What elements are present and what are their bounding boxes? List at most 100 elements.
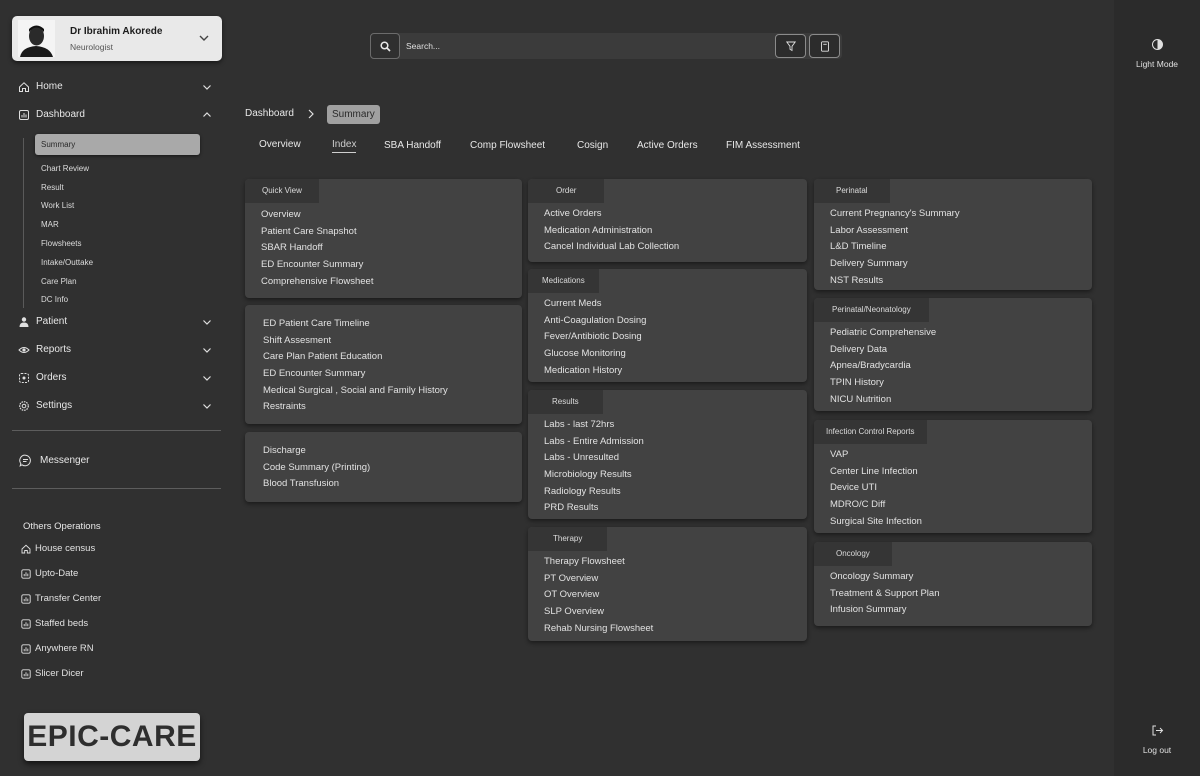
list-item[interactable]: Current Meds — [544, 298, 646, 315]
nav-item-orders[interactable]: Orders — [12, 369, 217, 389]
search-icon — [380, 41, 391, 52]
logout-button[interactable]: Log out — [1114, 724, 1200, 758]
list-item[interactable]: Medication History — [544, 365, 646, 382]
tab-comp-flowsheet[interactable]: Comp Flowsheet — [470, 140, 545, 151]
chevron-down-icon[interactable] — [201, 344, 213, 356]
list-item[interactable]: L&D Timeline — [830, 241, 960, 258]
search-input[interactable] — [406, 38, 766, 54]
list-item[interactable]: Delivery Data — [830, 344, 936, 361]
chevron-up-icon[interactable] — [201, 109, 213, 121]
right-rail: Light Mode Log out — [1114, 0, 1200, 776]
list-item[interactable]: Surgical Site Infection — [830, 516, 922, 533]
nav-item-patient[interactable]: Patient — [12, 313, 217, 333]
chart-icon — [21, 594, 31, 604]
list-item[interactable]: Radiology Results — [544, 486, 644, 503]
nav-item-messenger[interactable]: Messenger — [12, 452, 217, 472]
list-item[interactable]: ED Encounter Summary — [263, 368, 448, 385]
chevron-down-icon[interactable] — [201, 372, 213, 384]
list-item[interactable]: MDRO/C Diff — [830, 499, 922, 516]
list-item[interactable]: Labor Assessment — [830, 225, 960, 242]
list-item[interactable]: ED Encounter Summary — [261, 259, 373, 276]
list-item[interactable]: VAP — [830, 449, 922, 466]
card-list: ED Patient Care Timeline Shift Assesment… — [263, 318, 448, 418]
chevron-down-icon[interactable] — [201, 316, 213, 328]
search-button[interactable] — [370, 33, 400, 59]
list-item[interactable]: Active Orders — [544, 208, 679, 225]
subnav-item-summary[interactable]: Summary — [35, 134, 200, 155]
list-item[interactable]: Fever/Antibiotic Dosing — [544, 331, 646, 348]
list-item[interactable]: Labs - Unresulted — [544, 452, 644, 469]
tab-active-orders[interactable]: Active Orders — [637, 140, 698, 151]
sidebar-divider — [12, 430, 221, 431]
bookmark-button[interactable] — [809, 34, 840, 58]
list-item[interactable]: Discharge — [263, 445, 370, 462]
light-mode-button[interactable]: Light Mode — [1114, 38, 1200, 72]
list-item[interactable]: Treatment & Support Plan — [830, 588, 939, 605]
list-item[interactable]: Anti-Coagulation Dosing — [544, 315, 646, 332]
subnav-item-mar[interactable]: MAR — [41, 220, 59, 229]
list-item[interactable]: Cancel Individual Lab Collection — [544, 241, 679, 258]
list-item[interactable]: Code Summary (Printing) — [263, 462, 370, 479]
profile-card[interactable]: Dr Ibrahim Akorede Neurologist — [12, 16, 222, 61]
nav-item-reports[interactable]: Reports — [12, 341, 217, 361]
filter-button[interactable] — [775, 34, 806, 58]
list-item[interactable]: ED Patient Care Timeline — [263, 318, 448, 335]
list-item[interactable]: Therapy Flowsheet — [544, 556, 653, 573]
subnav-item-care-plan[interactable]: Care Plan — [41, 277, 77, 286]
list-item[interactable]: Shift Assesment — [263, 335, 448, 352]
tab-overview[interactable]: Overview — [259, 139, 301, 150]
list-item[interactable]: SLP Overview — [544, 606, 653, 623]
card-list: Discharge Code Summary (Printing) Blood … — [263, 445, 370, 495]
list-item[interactable]: Medication Administration — [544, 225, 679, 242]
list-item[interactable]: Microbiology Results — [544, 469, 644, 486]
list-item[interactable]: Center Line Infection — [830, 466, 922, 483]
tab-fim-assessment[interactable]: FIM Assessment — [726, 140, 800, 151]
nav-item-home[interactable]: Home — [12, 78, 217, 98]
list-item[interactable]: Care Plan Patient Education — [263, 351, 448, 368]
sidebar-divider — [12, 488, 221, 489]
list-item[interactable]: Delivery Summary — [830, 258, 960, 275]
list-item[interactable]: Labs - last 72hrs — [544, 419, 644, 436]
list-item[interactable]: Pediatric Comprehensive — [830, 327, 936, 344]
list-item[interactable]: TPIN History — [830, 377, 936, 394]
list-item[interactable]: SBAR Handoff — [261, 242, 373, 259]
list-item[interactable]: NICU Nutrition — [830, 394, 936, 411]
list-item[interactable]: Patient Care Snapshot — [261, 226, 373, 243]
subnav-item-intake-outtake[interactable]: Intake/Outtake — [41, 258, 93, 267]
card-list: VAP Center Line Infection Device UTI MDR… — [830, 449, 922, 532]
avatar — [18, 20, 55, 57]
list-item[interactable]: Oncology Summary — [830, 571, 939, 588]
list-item[interactable]: OT Overview — [544, 589, 653, 606]
card-infection-control: Infection Control Reports VAP Center Lin… — [814, 420, 1092, 533]
subnav-item-result[interactable]: Result — [41, 183, 64, 192]
list-item[interactable]: Apnea/Bradycardia — [830, 360, 936, 377]
chevron-down-icon[interactable] — [201, 81, 213, 93]
list-item[interactable]: NST Results — [830, 275, 960, 292]
list-item[interactable]: Comprehensive Flowsheet — [261, 276, 373, 293]
subnav-item-work-list[interactable]: Work List — [41, 201, 74, 210]
tab-index[interactable]: Index — [332, 139, 357, 153]
list-item[interactable]: Glucose Monitoring — [544, 348, 646, 365]
list-item[interactable]: Infusion Summary — [830, 604, 939, 621]
list-item[interactable]: Labs - Entire Admission — [544, 436, 644, 453]
list-item[interactable]: Overview — [261, 209, 373, 226]
card-oncology: Oncology Oncology Summary Treatment & Su… — [814, 542, 1092, 626]
list-item[interactable]: Device UTI — [830, 482, 922, 499]
nav-item-settings[interactable]: Settings — [12, 397, 217, 417]
nav-item-dashboard[interactable]: Dashboard — [12, 106, 217, 126]
subnav-item-dc-info[interactable]: DC Info — [41, 295, 68, 304]
subnav-item-flowsheets[interactable]: Flowsheets — [41, 239, 81, 248]
breadcrumb-dashboard[interactable]: Dashboard — [245, 108, 294, 119]
list-item[interactable]: Medical Surgical , Social and Family His… — [263, 385, 448, 402]
list-item[interactable]: Restraints — [263, 401, 448, 418]
chevron-down-icon[interactable] — [201, 400, 213, 412]
list-item[interactable]: PT Overview — [544, 573, 653, 590]
subnav-item-chart-review[interactable]: Chart Review — [41, 164, 89, 173]
list-item[interactable]: Rehab Nursing Flowsheet — [544, 623, 653, 640]
list-item[interactable]: Blood Transfusion — [263, 478, 370, 495]
list-item[interactable]: Current Pregnancy's Summary — [830, 208, 960, 225]
list-item[interactable]: PRD Results — [544, 502, 644, 519]
tab-sba-handoff[interactable]: SBA Handoff — [384, 140, 441, 151]
chevron-down-icon[interactable] — [196, 30, 212, 46]
tab-cosign[interactable]: Cosign — [577, 140, 608, 151]
